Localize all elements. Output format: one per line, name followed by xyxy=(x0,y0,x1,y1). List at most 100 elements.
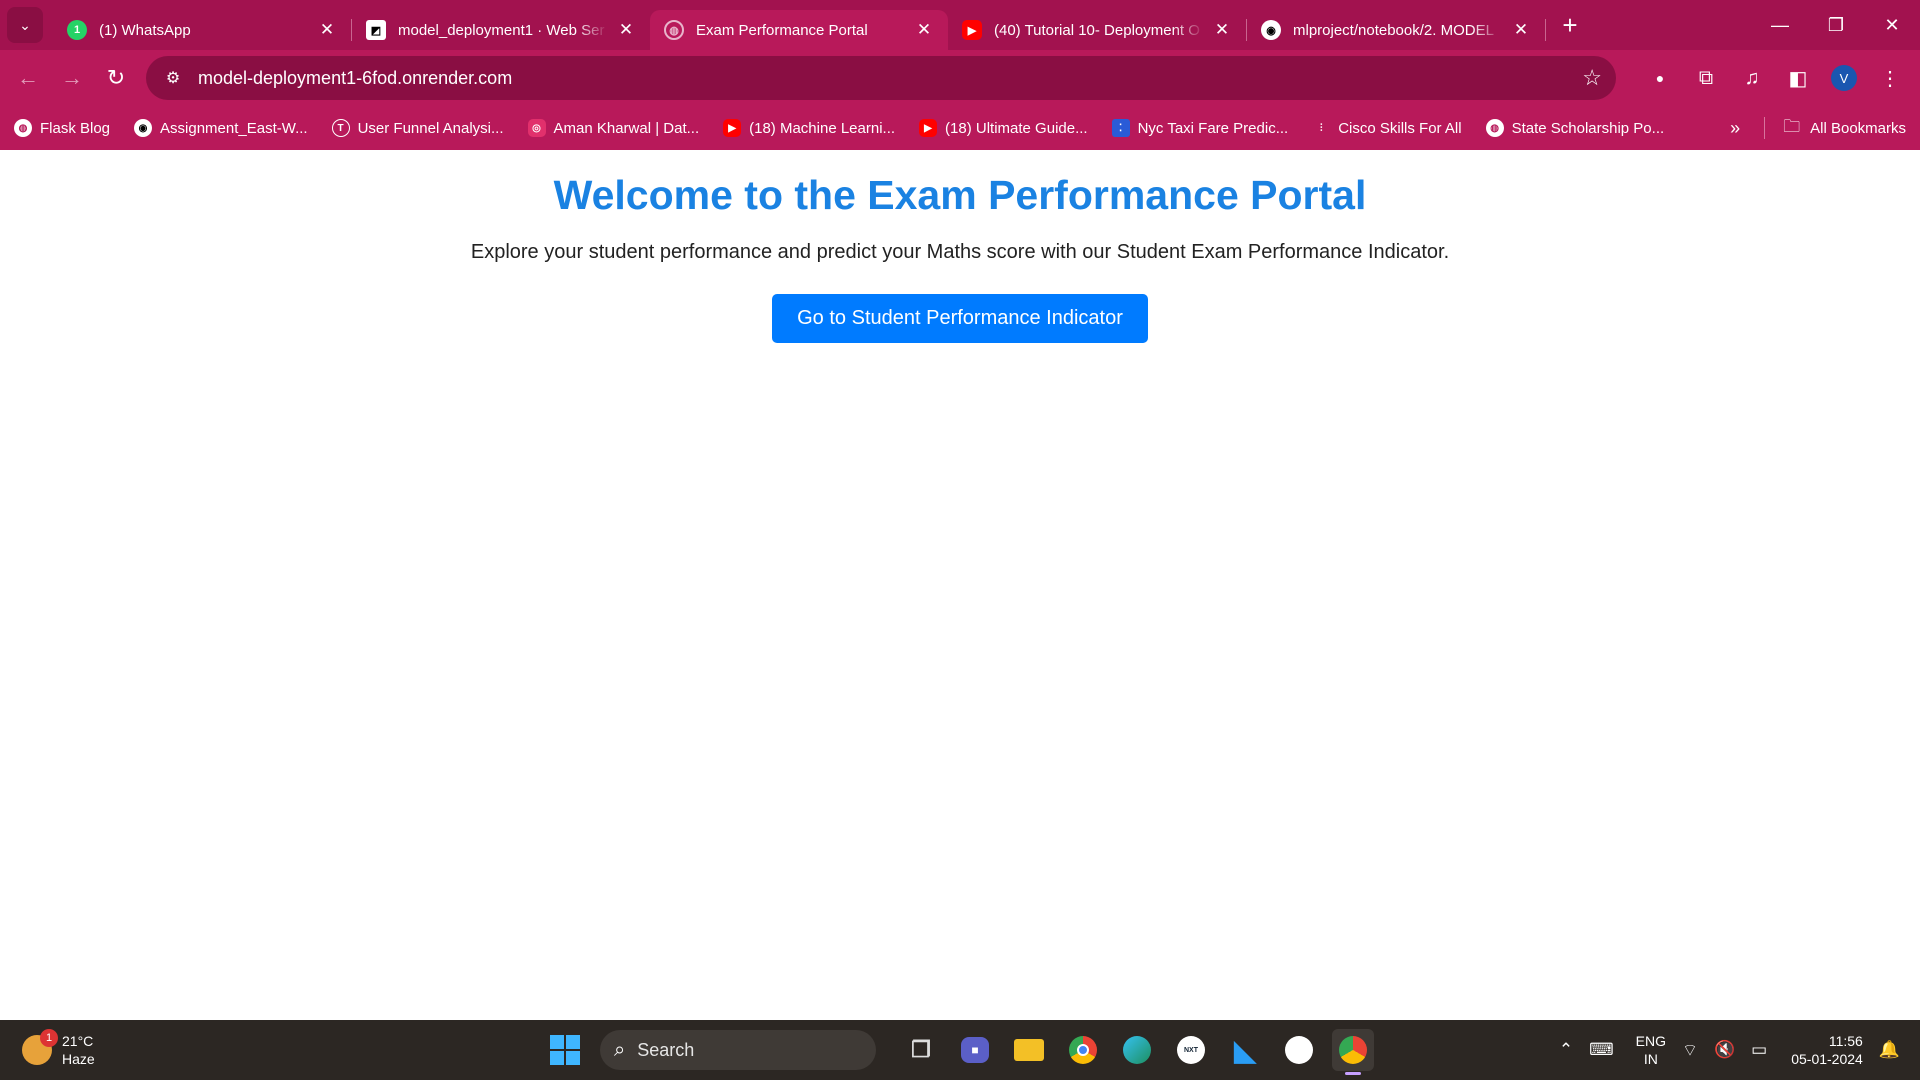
render-icon: ◩ xyxy=(366,20,386,40)
clock-date: 05-01-2024 xyxy=(1791,1051,1863,1067)
close-icon[interactable]: ✕ xyxy=(616,20,636,40)
folder-icon: 🗀 xyxy=(1783,116,1801,136)
close-icon[interactable]: ✕ xyxy=(317,20,337,40)
search-placeholder: Search xyxy=(637,1039,695,1060)
url-text[interactable]: model-deployment1-6fod.onrender.com xyxy=(198,68,1582,89)
tab-youtube[interactable]: ▶ (40) Tutorial 10- Deployment O ✕ xyxy=(948,10,1246,50)
bookmark-label: State Scholarship Po... xyxy=(1511,119,1665,137)
close-window-button[interactable]: ✕ xyxy=(1864,0,1920,50)
page-description: Explore your student performance and pre… xyxy=(470,241,1450,263)
chrome-profile-icon[interactable] xyxy=(1332,1029,1374,1075)
bookmark-label: Nyc Taxi Fare Predic... xyxy=(1137,119,1289,137)
bookmark-cisco[interactable]: ⫶ Cisco Skills For All xyxy=(1312,119,1462,137)
side-panel-icon[interactable]: ◧ xyxy=(1778,58,1818,98)
window-controls: — ❐ ✕ xyxy=(1752,0,1920,50)
clock[interactable]: 11:56 05-01-2024 xyxy=(1791,1032,1863,1068)
chevron-double-right-icon[interactable]: » xyxy=(1730,118,1740,139)
start-button[interactable] xyxy=(550,1035,580,1065)
back-button[interactable]: ← xyxy=(10,60,46,96)
taskbar-search[interactable]: ⌕ Search xyxy=(600,1030,876,1070)
teams-icon[interactable]: ■ xyxy=(954,1029,996,1071)
avatar: V xyxy=(1831,65,1857,91)
region-code: IN xyxy=(1643,1051,1658,1067)
bookmark-aman-kharwal[interactable]: ◎ Aman Kharwal | Dat... xyxy=(527,119,699,137)
extension-icon[interactable]: ● xyxy=(1640,58,1680,98)
kebab-menu-icon: ⋮ xyxy=(1880,67,1900,90)
chrome-glyph xyxy=(1069,1036,1097,1064)
tab-render[interactable]: ◩ model_deployment1 · Web Ser ✕ xyxy=(352,10,650,50)
task-view-icon[interactable]: ❐ xyxy=(900,1029,942,1071)
profile-button[interactable]: V xyxy=(1824,58,1864,98)
bookmark-state-scholarship[interactable]: ◍ State Scholarship Po... xyxy=(1485,119,1665,137)
site-info-icon[interactable]: ⚙ xyxy=(160,65,186,91)
student-performance-button[interactable]: Go to Student Performance Indicator xyxy=(772,294,1148,343)
vscode-icon[interactable]: ◣ xyxy=(1224,1029,1266,1071)
chevron-up-icon[interactable]: ⌃ xyxy=(1559,1040,1573,1060)
restore-button[interactable]: ❐ xyxy=(1808,0,1864,50)
bookmark-nyc-taxi[interactable]: ⁚ Nyc Taxi Fare Predic... xyxy=(1111,119,1289,137)
language-indicator[interactable]: ENG IN xyxy=(1636,1032,1666,1068)
globe-icon: ◍ xyxy=(664,20,684,40)
media-controls-icon[interactable]: ♫ xyxy=(1732,58,1772,98)
close-icon[interactable]: ✕ xyxy=(1212,20,1232,40)
close-icon: ✕ xyxy=(1884,14,1900,35)
notification-bell-icon[interactable]: 🔔 xyxy=(1879,1040,1900,1060)
windows-logo-icon xyxy=(550,1051,564,1065)
bookmark-label: User Funnel Analysi... xyxy=(357,119,504,137)
youtube-icon: ▶ xyxy=(919,119,938,137)
weather-condition: Haze xyxy=(62,1051,95,1067)
all-bookmarks-button[interactable]: All Bookmarks xyxy=(1810,120,1906,137)
page-title: Welcome to the Exam Performance Portal xyxy=(553,172,1367,218)
bookmark-star-icon[interactable]: ☆ xyxy=(1582,65,1602,91)
nxtwave-icon[interactable]: NXT xyxy=(1170,1029,1212,1071)
clock-time: 11:56 xyxy=(1828,1033,1863,1049)
close-icon[interactable]: ✕ xyxy=(1511,20,1531,40)
tab-title: (40) Tutorial 10- Deployment O xyxy=(994,21,1200,39)
keyboard-icon[interactable]: ⌨ xyxy=(1589,1040,1614,1060)
forward-button[interactable]: → xyxy=(54,60,90,96)
tab-title: mlproject/notebook/2. MODEL xyxy=(1293,21,1494,39)
reload-icon: ↻ xyxy=(106,65,126,90)
extensions-puzzle-icon[interactable]: ⧉ xyxy=(1686,58,1726,98)
github-desktop-icon[interactable] xyxy=(1278,1029,1320,1071)
minimize-icon: — xyxy=(1771,14,1789,35)
speaker-muted-icon[interactable]: 🔇 xyxy=(1714,1040,1735,1060)
vscode-glyph: ◣ xyxy=(1234,1034,1256,1066)
chrome-icon[interactable] xyxy=(1062,1029,1104,1071)
tab-whatsapp[interactable]: 1 (1) WhatsApp ✕ xyxy=(53,10,351,50)
bookmarks-bar: ◍ Flask Blog ◉ Assignment_East-W... T User … xyxy=(0,106,1920,150)
battery-icon[interactable]: ▭ xyxy=(1751,1040,1767,1060)
minimize-button[interactable]: — xyxy=(1752,0,1808,50)
plus-icon: + xyxy=(1562,9,1578,40)
address-bar[interactable]: ⚙ model-deployment1-6fod.onrender.com ☆ xyxy=(146,56,1616,100)
language-code: ENG xyxy=(1635,1033,1666,1049)
bookmark-flask-blog[interactable]: ◍ Flask Blog xyxy=(14,119,110,137)
browser-toolbar: ← → ↻ ⚙ model-deployment1-6fod.onrender.… xyxy=(0,50,1920,106)
tab-search-button[interactable]: ⌄ xyxy=(7,7,43,43)
colab-icon: ⁚ xyxy=(1111,119,1130,137)
wifi-icon[interactable]: ⌔ xyxy=(1682,1040,1698,1061)
menu-button[interactable]: ⋮ xyxy=(1870,58,1910,98)
tab-separator xyxy=(1545,19,1546,41)
system-tray: ⌃ ⌨ ENG IN ⌔ 🔇 ▭ 11:56 05-01-2024 🔔 xyxy=(1543,1032,1900,1068)
weather-widget[interactable]: 1 21°C Haze xyxy=(22,1029,95,1068)
youtube-icon: ▶ xyxy=(723,119,742,137)
tab-exam-portal[interactable]: ◍ Exam Performance Portal ✕ xyxy=(650,10,948,50)
thecleverprogrammer-icon: T xyxy=(331,119,350,137)
instagram-icon: ◎ xyxy=(527,119,546,137)
bookmark-ultimate-guide[interactable]: ▶ (18) Ultimate Guide... xyxy=(919,119,1088,137)
page-content: Welcome to the Exam Performance Portal E… xyxy=(0,150,1920,1020)
bookmark-machine-learning[interactable]: ▶ (18) Machine Learni... xyxy=(723,119,895,137)
bookmark-user-funnel[interactable]: T User Funnel Analysi... xyxy=(331,119,504,137)
tab-github[interactable]: ◉ mlproject/notebook/2. MODEL ✕ xyxy=(1247,10,1545,50)
divider xyxy=(1764,117,1766,139)
cisco-icon: ⫶ xyxy=(1319,122,1323,134)
bookmark-assignment[interactable]: ◉ Assignment_East-W... xyxy=(134,119,308,137)
github-icon: ◉ xyxy=(134,119,153,137)
edge-icon[interactable] xyxy=(1116,1029,1158,1071)
taskbar: 1 21°C Haze ⌕ Search ❐ ■ NXT ◣ ⌃ ⌨ ENG I… xyxy=(0,1020,1920,1080)
close-icon[interactable]: ✕ xyxy=(914,20,934,40)
reload-button[interactable]: ↻ xyxy=(98,60,134,96)
file-explorer-icon[interactable] xyxy=(1008,1029,1050,1071)
new-tab-button[interactable]: + xyxy=(1552,7,1588,43)
